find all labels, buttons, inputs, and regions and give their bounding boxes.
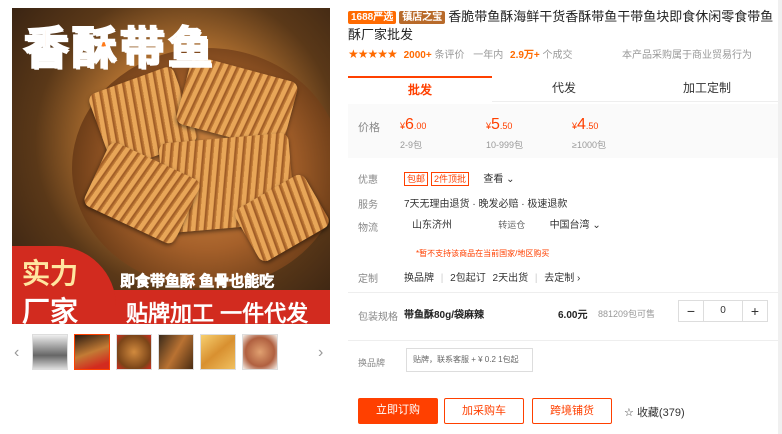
custom-swap: 换品牌 [404, 273, 434, 284]
price-dec: .00 [413, 121, 427, 131]
price-box: 价格 ¥6.00 2-9包 ¥5.50 10-999包 ¥4.50 ≥1000包 [348, 104, 778, 158]
custom-label: 定制 [358, 274, 378, 285]
qty-plus-button[interactable]: + [743, 303, 767, 319]
promo-chips: 包邮 2件顶批 查看 ⌄ [404, 170, 515, 186]
service-label: 服务 [358, 200, 378, 211]
tab-custom-processing[interactable]: 加工定制 [636, 76, 778, 102]
promo-bottom-text: 贴牌加工 一件代发 [126, 301, 309, 324]
promo-big-text-1: 实力 [22, 257, 79, 290]
cross-border-button[interactable]: 跨境铺货 [532, 398, 612, 424]
price-dec: .50 [499, 121, 513, 131]
logistics-label: 物流 [358, 223, 378, 234]
divider: | [534, 273, 538, 284]
custom-min: 2包起订 [450, 273, 486, 284]
variant-label: 包装规格 [358, 312, 398, 323]
review-count-label: 条评价 [434, 50, 465, 61]
custom-days: 2天出货 [492, 273, 529, 284]
qty-minus-button[interactable]: − [679, 303, 703, 319]
price-int: 5 [491, 116, 500, 133]
quantity-stepper: − 0 + [678, 300, 768, 322]
add-to-cart-button[interactable]: 加采购车 [444, 398, 524, 424]
thumb-next-arrow-icon[interactable]: › [318, 344, 323, 362]
tab-dropship[interactable]: 代发 [492, 76, 636, 102]
main-product-image[interactable]: 香酥带鱼 实力 厂家 即食带鱼酥 鱼骨也能吃 贴牌加工 一件代发 [12, 8, 330, 324]
badge-1688: 1688严选 [348, 11, 397, 24]
ship-from[interactable]: 山东济州 [404, 216, 474, 231]
swap-brand-label: 换品牌 [358, 358, 386, 368]
chevron-right-icon: › [574, 273, 581, 284]
thumbnail[interactable] [242, 334, 278, 370]
buy-now-button[interactable]: 立即订购 [358, 398, 438, 424]
price-tier: ¥5.50 10-999包 [486, 116, 523, 151]
variant-stock: 881209包可售 [598, 309, 656, 319]
sold-unit-label: 个成交 [542, 50, 573, 61]
variant-name: 带鱼酥80g/袋麻辣 [404, 310, 485, 321]
thumbnail[interactable] [158, 334, 194, 370]
favorite-count: 收藏(379) [636, 407, 685, 419]
service-text[interactable]: 7天无理由退货 · 晚发必赔 · 极速退款 [404, 195, 567, 210]
sold-period-label: 一年内 [473, 50, 504, 61]
variant-price: 6.00元 [558, 310, 588, 321]
ship-mode: 转运仓 [498, 220, 526, 230]
thumbnail[interactable] [32, 334, 68, 370]
chevron-down-icon: ⌄ [503, 174, 515, 185]
promo-top-text: 即食带鱼酥 鱼骨也能吃 [120, 273, 275, 291]
thumbnail[interactable] [74, 334, 110, 370]
sold-count: 2.9万+ [510, 50, 540, 61]
shipping-warning: *暂不支持该商品在当前国家/地区购买 [416, 249, 550, 258]
badge-shop-treasure: 镇店之宝 [399, 11, 446, 24]
promo-view-link[interactable]: 查看 [483, 174, 503, 185]
thumbnail[interactable] [200, 334, 236, 370]
rating-row: ★★★★★ 2000+ 条评价 一年内 2.9万+ 个成交 本产品采购属于商业贸… [348, 46, 778, 62]
star-outline-icon: ☆ [624, 407, 634, 419]
price-tier: ¥6.00 2-9包 [400, 116, 426, 151]
divider: | [440, 273, 444, 284]
price-qty-range: 2-9包 [400, 140, 423, 150]
price-int: 6 [405, 116, 414, 133]
chip-free-shipping: 包邮 [404, 172, 429, 186]
product-title-row: 1688严选 镇店之宝 香脆带鱼酥海鲜干货香酥带鱼干带鱼块即食休闲零食带鱼酥厂家批发 [348, 8, 778, 44]
price-qty-range: ≥1000包 [572, 140, 606, 150]
ship-to[interactable]: 中国台湾 [550, 220, 590, 231]
purchase-mode-tabs: 批发 代发 加工定制 [348, 76, 778, 102]
custom-link[interactable]: 去定制 [544, 273, 574, 284]
chip-bulk: 2件顶批 [431, 172, 470, 186]
price-qty-range: 10-999包 [486, 140, 524, 150]
tab-wholesale[interactable]: 批发 [348, 76, 492, 102]
price-label: 价格 [358, 122, 380, 134]
thumbnail-strip: ‹ › [12, 334, 330, 374]
thumbnail[interactable] [116, 334, 152, 370]
chevron-down-icon: ⌄ [589, 220, 601, 231]
review-count[interactable]: 2000+ [404, 50, 432, 61]
trade-note: 本产品采购属于商业贸易行为 [622, 50, 752, 61]
promo-big-text-2: 厂家 [22, 295, 79, 324]
price-dec: .50 [585, 121, 599, 131]
price-int: 4 [577, 116, 586, 133]
image-headline: 香酥带鱼 [23, 22, 216, 75]
price-tier: ¥4.50 ≥1000包 [572, 116, 606, 151]
custom-row: 换品牌 | 2包起订 2天出货 | 去定制 › [404, 269, 580, 284]
shipping-route: 山东济州 转运仓 中国台湾 ⌄ [404, 216, 601, 231]
scrollbar-track[interactable] [778, 0, 782, 434]
swap-brand-option[interactable]: 贴牌，联系客服 + ¥ 0.2 1包起 [406, 348, 533, 372]
thumb-prev-arrow-icon[interactable]: ‹ [14, 344, 19, 362]
star-rating-icon: ★★★★★ [348, 47, 398, 61]
qty-input[interactable]: 0 [703, 301, 743, 321]
favorite-link[interactable]: ☆ 收藏(379) [624, 404, 685, 420]
promo-label: 优惠 [358, 175, 378, 186]
